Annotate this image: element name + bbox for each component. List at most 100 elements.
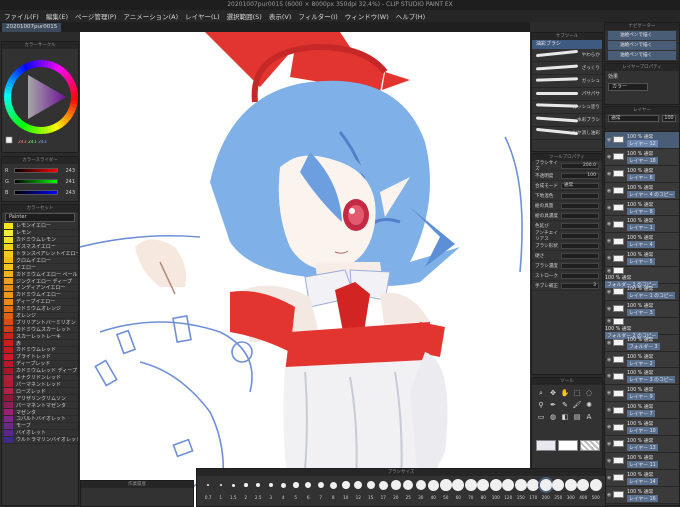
property-control[interactable] xyxy=(561,202,599,209)
palette-select[interactable]: Painter xyxy=(5,213,75,222)
layer-row[interactable]: ◉ 100 % 通常 レイヤー 7 xyxy=(605,402,679,420)
expression-color-select[interactable]: カラー xyxy=(608,83,648,91)
brush-size-dot[interactable] xyxy=(552,479,565,491)
slider-track[interactable] xyxy=(14,190,58,195)
tool-property-row[interactable]: アンチエイリアス xyxy=(532,231,602,242)
layer-row[interactable]: ◉ 100 % 通常 レイヤー 12 xyxy=(605,132,679,149)
brush-size-dot[interactable] xyxy=(342,481,350,489)
eyedropper-icon[interactable]: ⚲ xyxy=(535,399,547,411)
brush-item[interactable]: 水彩ブラシ xyxy=(532,114,602,127)
layer-row[interactable]: ◉ 100 % 通常 レイヤー 5 xyxy=(605,250,679,268)
menu-item[interactable]: レイヤー(L) xyxy=(185,11,220,21)
hand-icon[interactable]: ✋ xyxy=(559,387,571,399)
brush-size-dot[interactable] xyxy=(219,483,222,487)
blend-mode-value[interactable]: 通常 xyxy=(561,182,599,189)
property-control[interactable] xyxy=(561,262,599,269)
brush-size-dot[interactable] xyxy=(514,479,527,491)
layer-row[interactable]: ◉ 100 % 通常 レイヤー 10 xyxy=(605,419,679,437)
property-control[interactable] xyxy=(561,242,599,249)
brush-size-dot[interactable] xyxy=(564,479,577,491)
brush-size-dot[interactable] xyxy=(464,479,477,491)
select-icon[interactable]: ⬚ xyxy=(571,387,583,399)
menu-item[interactable]: 選択範囲(S) xyxy=(227,11,262,21)
layer-row[interactable]: ◉ 100 % 通常 レイヤー 8 xyxy=(605,199,679,217)
layer-row[interactable]: ◉ 100 % 通常 フォルダー 1 のコピー xyxy=(605,267,679,289)
tool-property-row[interactable]: 硬さ xyxy=(532,251,602,261)
layer-row[interactable]: ◉ 100 % 通常 レイヤー 9 xyxy=(605,385,679,403)
tool-property-row[interactable]: 合成モード 通常 xyxy=(532,181,602,191)
eye-icon[interactable]: ◉ xyxy=(605,357,613,363)
brush-item[interactable]: ツヤ消し油彩 xyxy=(532,127,602,140)
layer-blend-select[interactable]: 通常 xyxy=(608,115,659,122)
lasso-icon[interactable]: ◌ xyxy=(583,387,595,399)
menu-item[interactable]: ページ管理(P) xyxy=(75,11,116,21)
color-swatch[interactable]: レモンイエロー xyxy=(2,222,78,230)
text-icon[interactable]: A xyxy=(583,411,595,423)
property-control[interactable] xyxy=(561,192,599,199)
pencil-icon[interactable]: ✎ xyxy=(559,399,571,411)
brush-size-dot[interactable] xyxy=(589,479,602,491)
layer-row[interactable]: ◉ 100 % 通常 レイヤー 4 のコピー xyxy=(605,182,679,200)
eye-icon[interactable]: ◉ xyxy=(605,441,613,447)
tool-property-row[interactable]: 下地混色 xyxy=(532,191,602,201)
tool-property-row[interactable]: 手ブレ補正 3 xyxy=(532,281,602,291)
blend-icon[interactable]: ◍ xyxy=(547,411,559,423)
brush-size-dot[interactable] xyxy=(378,480,388,490)
gradient-icon[interactable]: ▤ xyxy=(571,411,583,423)
brush-size-dot[interactable] xyxy=(477,479,490,491)
color-wheel[interactable] xyxy=(2,49,78,153)
color-swatch[interactable]: コバルトバイオレット xyxy=(2,415,78,423)
brush-size-dot[interactable] xyxy=(256,483,261,487)
eye-icon[interactable]: ◉ xyxy=(605,424,613,430)
sub-tool-active[interactable]: 油彩ブラシ xyxy=(532,40,602,49)
eye-icon[interactable]: ◉ xyxy=(605,171,613,177)
document-tab[interactable]: 20201007pur0015 xyxy=(2,23,62,32)
brush-size-dot[interactable] xyxy=(329,481,337,489)
tool-property-row[interactable]: 絵の具濃度 xyxy=(532,211,602,221)
brush-size-dot[interactable] xyxy=(489,479,502,491)
eye-icon[interactable]: ◉ xyxy=(605,373,613,379)
menu-item[interactable]: ファイル(F) xyxy=(4,11,39,21)
color-swatch[interactable]: カドミウムオレンジ xyxy=(2,305,78,313)
property-control[interactable] xyxy=(561,252,599,259)
property-control[interactable] xyxy=(561,222,599,229)
eye-icon[interactable]: ◉ xyxy=(605,205,613,211)
brush-size-dot[interactable] xyxy=(207,484,210,486)
brush-size-value[interactable]: 200.0 xyxy=(561,162,599,169)
brush-item[interactable]: パサパサ xyxy=(532,88,602,101)
brush-size-dot[interactable] xyxy=(231,483,235,487)
menu-item[interactable]: ウィンドウ(W) xyxy=(345,11,389,21)
slider-track[interactable] xyxy=(14,179,58,184)
eye-icon[interactable]: ◉ xyxy=(605,407,613,413)
brush-size-dot[interactable] xyxy=(280,482,286,488)
background-color-chip[interactable] xyxy=(558,440,578,451)
eye-icon[interactable]: ◉ xyxy=(605,458,613,464)
layer-row[interactable]: ◉ 100 % 通常 レイヤー 3 xyxy=(605,300,679,318)
tool-property-row[interactable]: ブラシ形状 xyxy=(532,241,602,251)
brush-size-dot[interactable] xyxy=(354,481,363,489)
menu-item[interactable]: 表示(V) xyxy=(269,11,292,21)
tool-property-row[interactable]: 不透明度 100 xyxy=(532,171,602,181)
layer-opacity-field[interactable]: 100 xyxy=(662,115,676,122)
slider-track[interactable] xyxy=(14,168,58,173)
drawing-canvas[interactable] xyxy=(80,32,530,507)
layer-row[interactable]: ◉ 100 % 通常 レイヤー 4 xyxy=(605,233,679,251)
brush-icon[interactable]: 🖌 xyxy=(571,399,583,411)
layer-row[interactable]: ◉ 100 % 通常 レイヤー 11 xyxy=(605,452,679,470)
brush-item[interactable]: ガッシュ xyxy=(532,75,602,88)
eye-icon[interactable]: ◉ xyxy=(605,475,613,481)
brush-size-dot[interactable] xyxy=(391,480,401,490)
opacity-value[interactable]: 100 xyxy=(561,172,599,179)
eye-icon[interactable]: ◉ xyxy=(605,137,613,143)
color-swatch[interactable]: ウルトラマリンバイオレット xyxy=(2,436,78,444)
layer-row[interactable]: ◉ 100 % 通常 レイヤー 14 xyxy=(605,469,679,487)
transparent-color-chip[interactable] xyxy=(580,440,600,451)
eye-icon[interactable]: ◉ xyxy=(605,188,613,194)
eye-icon[interactable]: ◉ xyxy=(605,154,613,160)
brush-size-dot[interactable] xyxy=(317,481,324,489)
brush-item[interactable]: やわらか xyxy=(532,49,602,62)
tool-property-row[interactable]: ストローク xyxy=(532,271,602,281)
brush-size-dot[interactable] xyxy=(403,480,414,490)
color-slider-row[interactable]: G 241 xyxy=(2,177,78,186)
brush-size-dot[interactable] xyxy=(539,479,552,491)
